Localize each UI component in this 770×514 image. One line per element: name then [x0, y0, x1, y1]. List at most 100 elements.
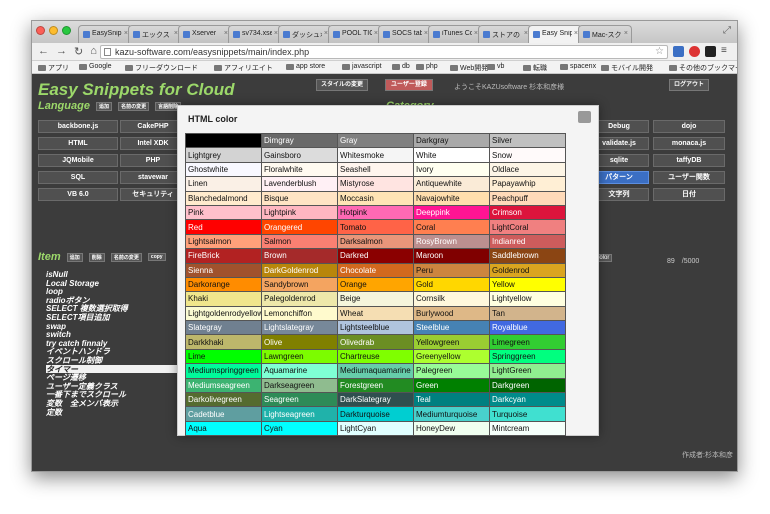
color-swatch[interactable]: Teal: [413, 392, 490, 408]
color-swatch[interactable]: Gold: [413, 276, 490, 293]
browser-tab[interactable]: ストアの ×: [478, 25, 532, 43]
color-swatch[interactable]: Cornsilk: [413, 291, 490, 307]
color-swatch[interactable]: Darkturquoise: [337, 406, 414, 422]
color-swatch[interactable]: Darkseagreen: [261, 377, 338, 394]
color-swatch[interactable]: Mediumspringgreen: [185, 363, 262, 379]
color-swatch[interactable]: Goldenrod: [489, 262, 566, 278]
browser-tab[interactable]: Xserver ×: [178, 25, 232, 43]
color-swatch[interactable]: Royalblue: [489, 320, 566, 336]
color-swatch[interactable]: Whitesmoke: [337, 147, 414, 163]
language-button[interactable]: monaca.js: [653, 137, 725, 150]
color-swatch[interactable]: Yellow: [489, 276, 566, 293]
color-swatch[interactable]: Red: [185, 219, 262, 235]
language-button[interactable]: taffyDB: [653, 154, 725, 167]
color-swatch[interactable]: HoneyDew: [413, 420, 490, 437]
list-item[interactable]: isNull: [46, 270, 186, 279]
color-swatch[interactable]: DarkSlategray: [337, 392, 414, 408]
bookmark-item[interactable]: spacenx: [560, 63, 596, 70]
color-swatch[interactable]: Navajowhite: [413, 190, 490, 206]
color-swatch[interactable]: Gray: [337, 132, 414, 149]
color-swatch[interactable]: Lightgrey: [185, 147, 262, 163]
color-swatch[interactable]: Dimgray: [261, 132, 338, 149]
color-swatch[interactable]: Silver: [489, 132, 566, 149]
color-swatch[interactable]: Ivory: [413, 161, 490, 178]
color-swatch[interactable]: Crimson: [489, 204, 566, 221]
bookmark-item[interactable]: vb: [487, 63, 504, 70]
color-swatch[interactable]: Hotpink: [337, 204, 414, 221]
color-swatch[interactable]: Greenyellow: [413, 348, 490, 365]
color-swatch[interactable]: Darksalmon: [337, 233, 414, 250]
color-swatch[interactable]: Lightseagreen: [261, 406, 338, 422]
list-item[interactable]: radioボタン: [46, 296, 186, 305]
list-item[interactable]: ページ遷移: [46, 373, 186, 382]
color-swatch[interactable]: Lightyellow: [489, 291, 566, 307]
list-item[interactable]: イベントハンドラ: [46, 347, 186, 357]
bookmark-item[interactable]: その他のブックマーク: [669, 63, 737, 73]
item-add-button[interactable]: 追加: [66, 252, 83, 262]
language-button[interactable]: HTML: [38, 137, 118, 150]
zoom-window-button[interactable]: [62, 26, 71, 35]
color-swatch[interactable]: Darkgray: [413, 132, 490, 149]
browser-tab[interactable]: SOCS tab ×: [378, 25, 432, 43]
color-swatch[interactable]: Peru: [413, 262, 490, 278]
bookmark-item[interactable]: 転職: [523, 63, 547, 73]
language-button[interactable]: VB 6.0: [38, 188, 118, 201]
list-item[interactable]: ユーザー定義クラス: [46, 382, 186, 391]
color-swatch[interactable]: Coral: [413, 219, 490, 235]
color-swatch[interactable]: Oldlace: [489, 161, 566, 178]
color-swatch[interactable]: Olive: [261, 334, 338, 350]
language-button[interactable]: ユーザー関数: [653, 171, 725, 184]
bookmark-item[interactable]: Web開発: [450, 63, 488, 73]
browser-tab[interactable]: Easy Snip ×: [528, 25, 582, 43]
color-swatch[interactable]: Tan: [489, 305, 566, 322]
color-swatch[interactable]: Peachpuff: [489, 190, 566, 206]
browser-tab[interactable]: EasySnipp×: [78, 25, 132, 43]
list-item[interactable]: 定数: [46, 408, 186, 417]
color-swatch[interactable]: Beige: [337, 291, 414, 307]
color-swatch[interactable]: Springgreen: [489, 348, 566, 365]
user-register-button[interactable]: ユーザー登録: [385, 79, 433, 91]
minimize-window-button[interactable]: [49, 26, 58, 35]
bookmark-item[interactable]: アプリ: [38, 63, 69, 73]
language-rename-button[interactable]: 名前の変更: [118, 101, 150, 111]
color-swatch[interactable]: Lightgoldenrodyellow: [185, 305, 262, 322]
color-swatch[interactable]: Sandybrown: [261, 276, 338, 293]
item-rename-button[interactable]: 名前の変更: [110, 252, 142, 262]
color-swatch[interactable]: Wheat: [337, 305, 414, 322]
list-item[interactable]: 変数 全メンバ表示: [46, 399, 186, 408]
color-swatch[interactable]: Mediumseagreen: [185, 377, 262, 394]
color-swatch[interactable]: Salmon: [261, 233, 338, 250]
color-swatch[interactable]: Slategray: [185, 320, 262, 336]
list-item[interactable]: 一番下までスクロール: [46, 390, 186, 400]
color-swatch[interactable]: Aqua: [185, 420, 262, 437]
color-swatch[interactable]: Seagreen: [261, 392, 338, 408]
list-item[interactable]: SELECT項目追加: [46, 313, 186, 322]
color-swatch[interactable]: FireBrick: [185, 248, 262, 264]
color-swatch[interactable]: Antiquewhite: [413, 176, 490, 192]
browser-tab[interactable]: sv734.xse ×: [228, 25, 282, 43]
color-swatch[interactable]: Chocolate: [337, 262, 414, 278]
back-icon[interactable]: ←: [38, 45, 49, 58]
color-swatch[interactable]: LightGreen: [489, 363, 566, 379]
color-swatch[interactable]: Mintcream: [489, 420, 566, 437]
list-item[interactable]: try catch finnaly: [46, 339, 186, 348]
forward-icon[interactable]: →: [56, 45, 67, 58]
color-swatch[interactable]: Forestgreen: [337, 377, 414, 394]
browser-tab[interactable]: POOL TIC ×: [328, 25, 382, 43]
color-swatch[interactable]: Darkkhaki: [185, 334, 262, 350]
list-item[interactable]: SELECT 複数選択取得: [46, 304, 186, 314]
color-swatch[interactable]: Lavenderblush: [261, 176, 338, 192]
color-swatch[interactable]: Orangered: [261, 219, 338, 235]
tab-close-icon[interactable]: ×: [624, 30, 628, 37]
color-swatch[interactable]: Yellowgreen: [413, 334, 490, 350]
color-swatch[interactable]: Maroon: [413, 248, 490, 264]
extension-blue-icon[interactable]: [673, 46, 684, 57]
color-swatch[interactable]: Cadetblue: [185, 406, 262, 422]
bookmark-item[interactable]: db: [392, 63, 410, 70]
list-item[interactable]: タイマー: [46, 364, 186, 373]
color-swatch[interactable]: Limegreen: [489, 334, 566, 350]
color-swatch[interactable]: RosyBrown: [413, 233, 490, 250]
color-swatch[interactable]: Deeppink: [413, 204, 490, 221]
color-swatch[interactable]: Papayawhip: [489, 176, 566, 192]
fullscreen-icon[interactable]: ⤢: [723, 25, 731, 36]
